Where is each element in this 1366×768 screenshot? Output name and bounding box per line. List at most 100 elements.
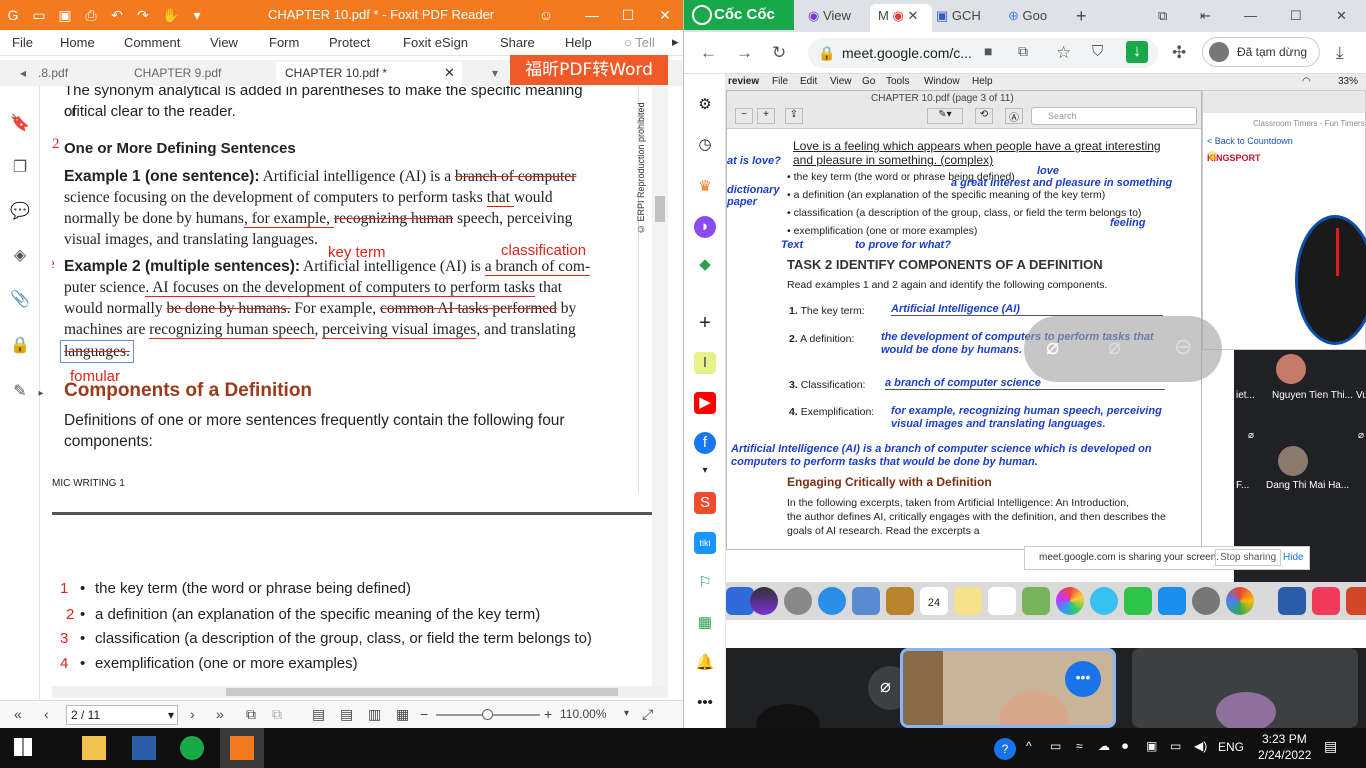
fullscreen-icon[interactable]: ⤢: [642, 706, 653, 723]
menu-foxit-esign[interactable]: Foxit eSign: [403, 35, 468, 50]
comments-icon[interactable]: 💬: [10, 202, 30, 222]
forward-icon[interactable]: →: [736, 43, 753, 63]
zoom-slider-thumb[interactable]: [482, 709, 493, 720]
microphone-icon[interactable]: ⏺: [1122, 739, 1128, 754]
layers-icon[interactable]: ◈: [10, 246, 30, 266]
next-page-icon[interactable]: ›: [190, 706, 195, 722]
save-icon[interactable]: ▣: [56, 6, 74, 24]
chevron-up-icon[interactable]: ^: [1026, 739, 1032, 753]
crown-icon[interactable]: ♛: [694, 176, 716, 198]
close-tab-icon[interactable]: ✕: [444, 65, 455, 81]
help-icon[interactable]: ?: [994, 738, 1016, 760]
tab-chapter-10[interactable]: CHAPTER 10.pdf * ✕: [276, 62, 462, 86]
extensions-icon[interactable]: ✣: [1172, 43, 1186, 63]
chevron-down-icon[interactable]: ▾: [694, 460, 716, 482]
screenshot-icon[interactable]: ⧉: [1158, 4, 1167, 32]
menu-file[interactable]: File: [12, 35, 33, 50]
example-2-line-5[interactable]: languages.: [60, 340, 134, 363]
reload-icon[interactable]: ↻: [772, 43, 786, 63]
panel-expand-icon[interactable]: ▸: [36, 384, 46, 404]
menu-help[interactable]: Help: [565, 35, 592, 50]
security-icon[interactable]: 🔒: [10, 336, 30, 356]
facing-page-icon[interactable]: ▥: [368, 706, 381, 723]
word-icon[interactable]: [132, 736, 156, 760]
tiki-icon[interactable]: tiki: [694, 532, 716, 554]
attachment-icon[interactable]: 📎: [10, 290, 30, 310]
maximize-button[interactable]: ☐: [1290, 4, 1302, 32]
zoom-in-icon[interactable]: +: [544, 706, 552, 722]
stop-sharing-button[interactable]: Stop sharing: [1215, 549, 1282, 566]
file-explorer-icon[interactable]: [82, 736, 106, 760]
profile-paused-button[interactable]: Đã tạm dừng: [1202, 37, 1320, 67]
h-scroll-thumb[interactable]: [226, 688, 618, 696]
zoom-out-icon[interactable]: −: [420, 706, 428, 722]
minimize-button[interactable]: —: [1244, 4, 1257, 32]
new-tab-button[interactable]: +: [1076, 4, 1087, 32]
tab-list-icon[interactable]: ▾: [492, 66, 498, 80]
close-tab-icon[interactable]: ✕: [907, 8, 918, 23]
clock-time[interactable]: 3:23 PM: [1262, 732, 1307, 746]
vertical-scrollbar[interactable]: [652, 86, 668, 686]
print-icon[interactable]: ⎙: [82, 6, 100, 24]
hand-tool-icon[interactable]: ✋: [162, 6, 180, 24]
close-button[interactable]: ✕: [655, 5, 675, 25]
clock-date[interactable]: 2/24/2022: [1258, 748, 1311, 762]
prev-page-icon[interactable]: ‹: [44, 706, 49, 722]
sheets-icon[interactable]: ▦: [694, 612, 716, 634]
star-icon[interactable]: ☆: [1056, 43, 1071, 63]
tab-google[interactable]: ⊕ Goo: [1008, 4, 1068, 32]
menu-share[interactable]: Share: [500, 35, 535, 50]
hide-button[interactable]: Hide: [1283, 552, 1304, 563]
more-icon[interactable]: •••: [694, 692, 716, 714]
downloads-icon[interactable]: ⤓: [1336, 43, 1344, 63]
continuous-page-icon[interactable]: ▤: [340, 706, 353, 723]
first-page-icon[interactable]: «: [14, 706, 22, 722]
game-controller-icon[interactable]: ⚐: [694, 572, 716, 594]
history-icon[interactable]: ◷: [694, 134, 716, 156]
game-icon[interactable]: ◆: [694, 254, 716, 276]
single-page-icon[interactable]: ▤: [312, 706, 325, 723]
address-bar[interactable]: 🔒 meet.google.com/c...: [808, 38, 1158, 68]
redo-icon[interactable]: ↷: [134, 6, 152, 24]
messenger-icon[interactable]: ◗: [694, 216, 716, 238]
add-icon[interactable]: +: [694, 312, 716, 334]
rotate-icon[interactable]: ⧉: [272, 706, 282, 723]
facebook-icon[interactable]: f: [694, 432, 716, 454]
promo-banner[interactable]: 福昕PDF转Word: [510, 55, 668, 85]
menu-view[interactable]: View: [210, 35, 238, 50]
tab-gch[interactable]: ▣ GCH: [936, 4, 1002, 32]
volume-icon[interactable]: ◀): [1194, 739, 1207, 753]
notification-center-icon[interactable]: ▤: [1324, 738, 1337, 755]
tell-me-search[interactable]: ○ Tell: [624, 35, 655, 50]
tab-view[interactable]: ◉ View: [808, 4, 864, 32]
back-history-icon[interactable]: ⇤: [1200, 4, 1211, 32]
back-icon[interactable]: ←: [700, 43, 717, 63]
tab-chapter-9[interactable]: CHAPTER 9.pdf: [134, 66, 221, 80]
screen-icon[interactable]: ▣: [1146, 739, 1157, 753]
pages-icon[interactable]: ❐: [10, 158, 30, 178]
foxit-taskbar-button[interactable]: [220, 728, 264, 768]
translate-icon[interactable]: ⧉: [1018, 43, 1028, 60]
open-icon[interactable]: ▭: [30, 6, 48, 24]
notes-icon[interactable]: I: [694, 352, 716, 374]
shield-icon[interactable]: ⛉: [1092, 43, 1103, 60]
account-icon[interactable]: ☺: [536, 5, 556, 25]
tabs-scroll-left-icon[interactable]: ◂: [20, 66, 26, 80]
coccoc-icon[interactable]: [180, 736, 204, 760]
chevron-down-icon[interactable]: ▾: [188, 6, 206, 24]
language-indicator[interactable]: ENG: [1218, 740, 1244, 754]
camera-icon[interactable]: ■: [984, 43, 992, 59]
undo-icon[interactable]: ↶: [108, 6, 126, 24]
page-number-input[interactable]: 2 / 11 ▾: [66, 705, 178, 725]
zoom-level[interactable]: 110.00%: [560, 707, 606, 721]
settings-icon[interactable]: ⚙: [694, 94, 716, 116]
minimize-button[interactable]: —: [582, 5, 602, 25]
bookmark-icon[interactable]: 🔖: [10, 114, 30, 134]
horizontal-scrollbar[interactable]: [52, 686, 668, 698]
start-icon[interactable]: [14, 738, 32, 756]
zoom-dropdown-icon[interactable]: ▾: [624, 708, 629, 719]
cloud-icon[interactable]: ☁: [1098, 739, 1110, 753]
meet-now-icon[interactable]: ▭: [1050, 739, 1061, 753]
menu-home[interactable]: Home: [60, 35, 95, 50]
ribbon-scroll-right-icon[interactable]: ▸: [672, 34, 679, 50]
